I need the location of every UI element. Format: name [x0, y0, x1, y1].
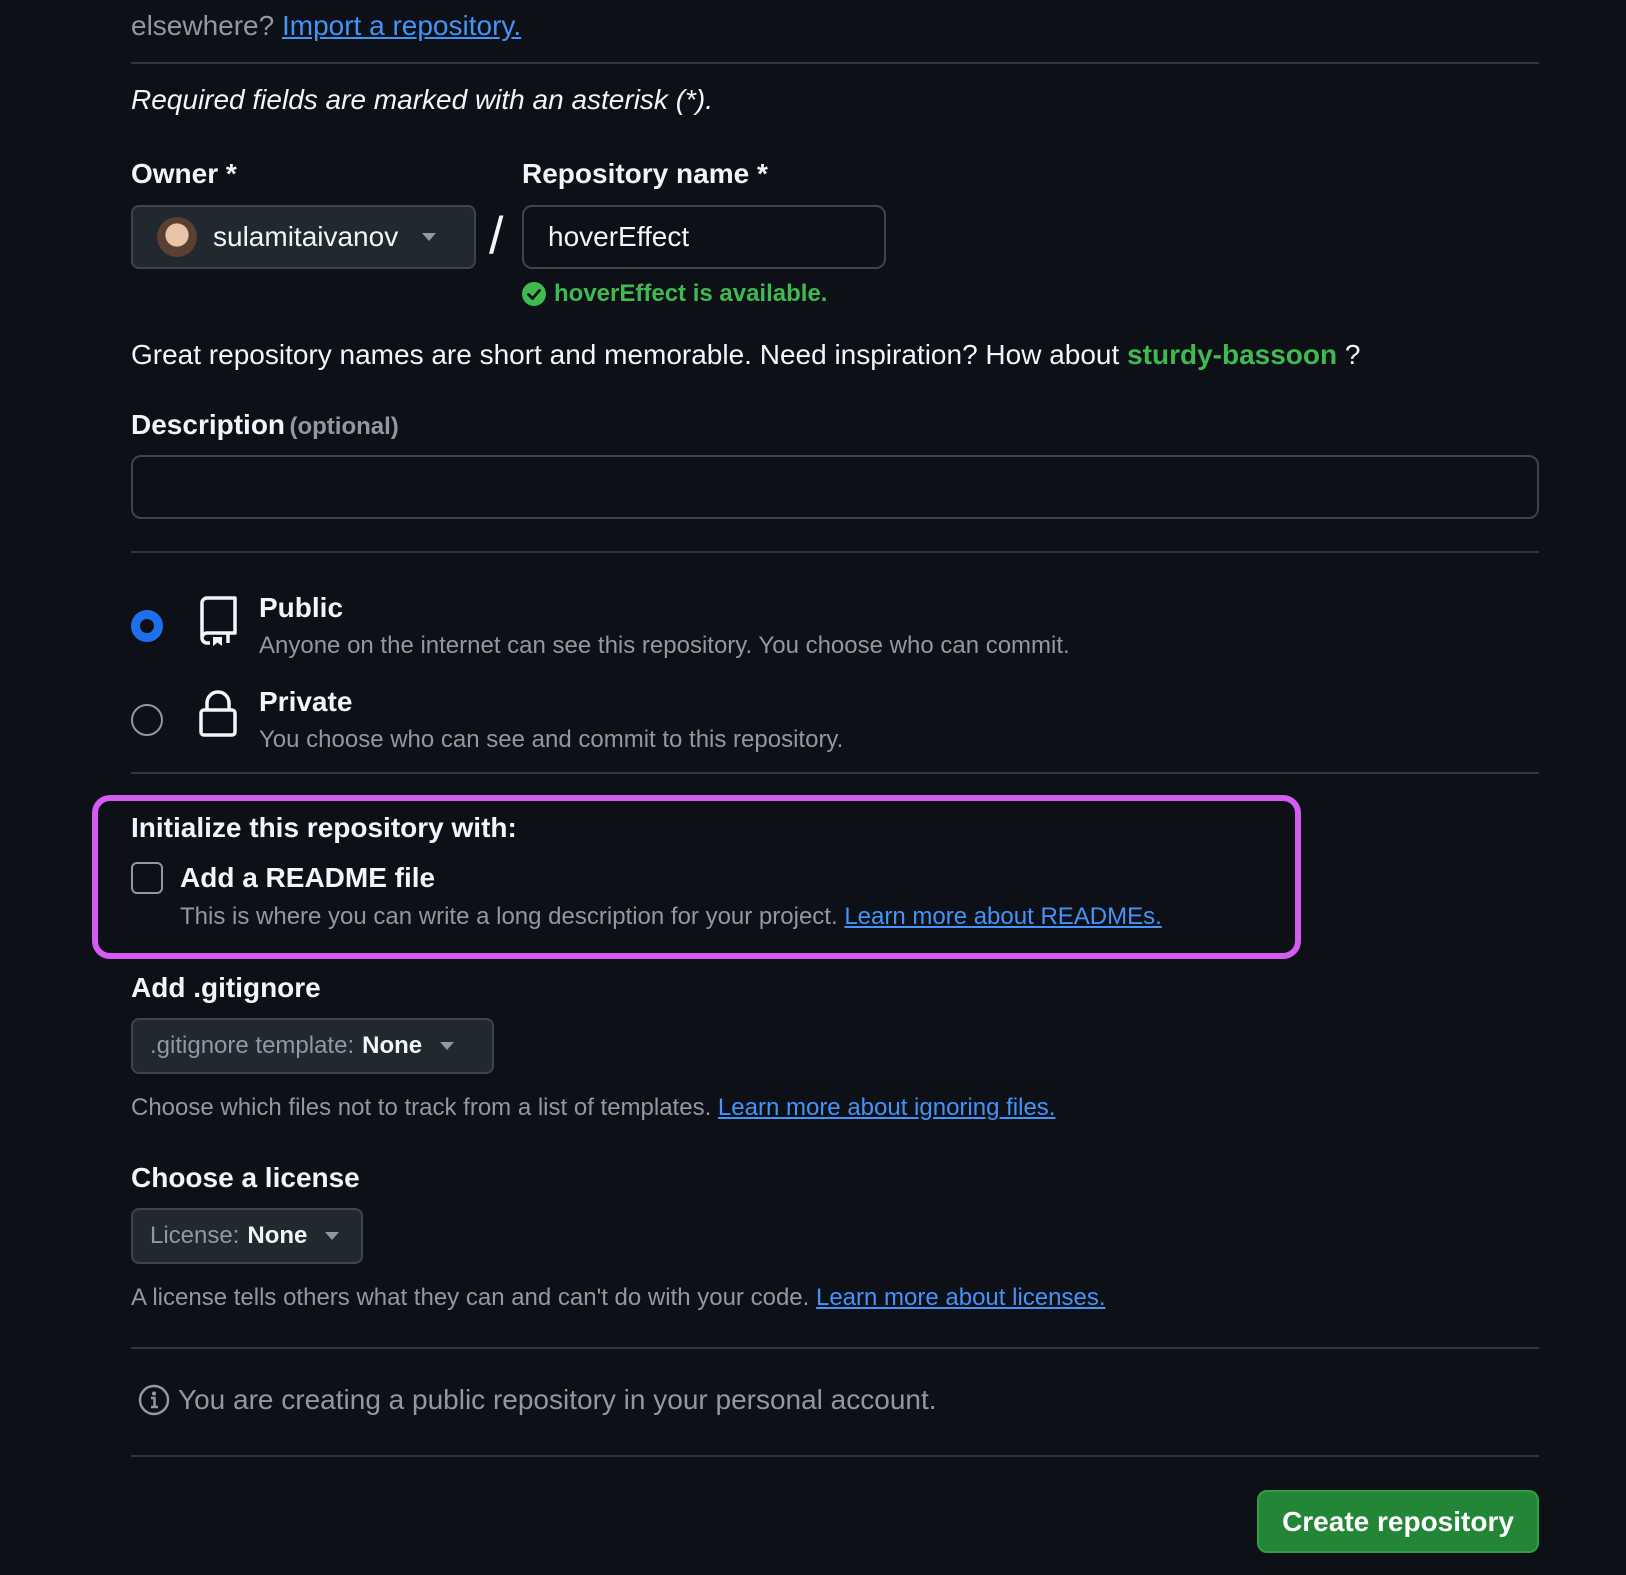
license-select-prefix: License:: [150, 1222, 240, 1249]
license-select-value: None: [247, 1222, 308, 1249]
info-note-text: You are creating a public repository in …: [178, 1384, 937, 1415]
readme-label[interactable]: Add a README file: [180, 862, 435, 894]
gitignore-select-prefix: .gitignore template:: [150, 1032, 355, 1059]
gitignore-help: Choose which files not to track from a l…: [131, 1094, 1055, 1122]
owner-label: Owner *: [131, 158, 237, 189]
divider: [131, 62, 1539, 64]
import-line: elsewhere? Import a repository.: [131, 10, 521, 42]
license-select[interactable]: License: None: [131, 1208, 363, 1264]
divider: [131, 1455, 1539, 1457]
ignoring-files-learn-more-link[interactable]: Learn more about ignoring files.: [718, 1094, 1056, 1121]
description-optional: (optional): [289, 413, 399, 440]
gitignore-select-value: None: [362, 1032, 423, 1059]
divider: [131, 551, 1539, 553]
description-label: Description: [131, 409, 286, 440]
gitignore-select[interactable]: .gitignore template: None: [131, 1018, 494, 1074]
readme-description: This is where you can write a long descr…: [180, 903, 838, 930]
chevron-down-icon: [440, 1042, 455, 1050]
public-description: Anyone on the internet can see this repo…: [259, 632, 1070, 659]
owner-value: sulamitaivanov: [213, 221, 399, 252]
import-repository-link[interactable]: Import a repository.: [282, 10, 521, 41]
info-note: You are creating a public repository in …: [138, 1384, 937, 1416]
divider: [131, 772, 1539, 774]
check-circle-icon: [522, 282, 546, 306]
public-radio[interactable]: [131, 610, 163, 642]
initialize-heading: Initialize this repository with:: [131, 812, 517, 843]
import-prefix: elsewhere?: [131, 10, 275, 41]
repo-icon: [200, 596, 237, 646]
description-input[interactable]: [131, 455, 1539, 519]
readme-help: This is where you can write a long descr…: [180, 903, 1162, 931]
license-help: A license tells others what they can and…: [131, 1284, 1105, 1312]
availability-message: hoverEffect is available.: [522, 280, 827, 308]
licenses-learn-more-link[interactable]: Learn more about licenses.: [816, 1284, 1106, 1311]
create-repository-button[interactable]: Create repository: [1257, 1490, 1539, 1553]
suggestion-text: Great repository names are short and mem…: [131, 339, 1120, 370]
lock-icon: [199, 690, 237, 737]
private-radio[interactable]: [131, 704, 163, 736]
availability-text: hoverEffect is available.: [554, 280, 828, 307]
suggested-name-button[interactable]: sturdy-bassoon: [1127, 339, 1337, 370]
description-label-row: Description (optional): [131, 409, 399, 441]
name-suggestion: Great repository names are short and mem…: [131, 339, 1360, 371]
avatar: [157, 217, 197, 257]
chevron-down-icon: [422, 233, 437, 241]
readme-checkbox[interactable]: [131, 862, 163, 894]
owner-select[interactable]: sulamitaivanov: [131, 205, 476, 269]
license-help-text: A license tells others what they can and…: [131, 1284, 810, 1311]
private-description: You choose who can see and commit to thi…: [259, 726, 844, 753]
public-title: Public: [259, 592, 344, 623]
owner-repo-separator: /: [489, 207, 504, 265]
suggestion-suffix: ?: [1344, 339, 1361, 370]
repo-name-input[interactable]: hoverEffect: [522, 205, 886, 269]
gitignore-help-text: Choose which files not to track from a l…: [131, 1094, 712, 1121]
chevron-down-icon: [325, 1232, 340, 1240]
gitignore-label: Add .gitignore: [131, 972, 321, 1003]
repo-name-value: hoverEffect: [548, 221, 690, 252]
required-note: Required fields are marked with an aster…: [131, 84, 714, 115]
private-title: Private: [259, 686, 353, 717]
info-icon: [138, 1384, 170, 1416]
readmes-learn-more-link[interactable]: Learn more about READMEs.: [844, 903, 1161, 930]
repo-name-label: Repository name *: [522, 158, 768, 189]
divider: [131, 1347, 1539, 1349]
license-label: Choose a license: [131, 1162, 360, 1193]
